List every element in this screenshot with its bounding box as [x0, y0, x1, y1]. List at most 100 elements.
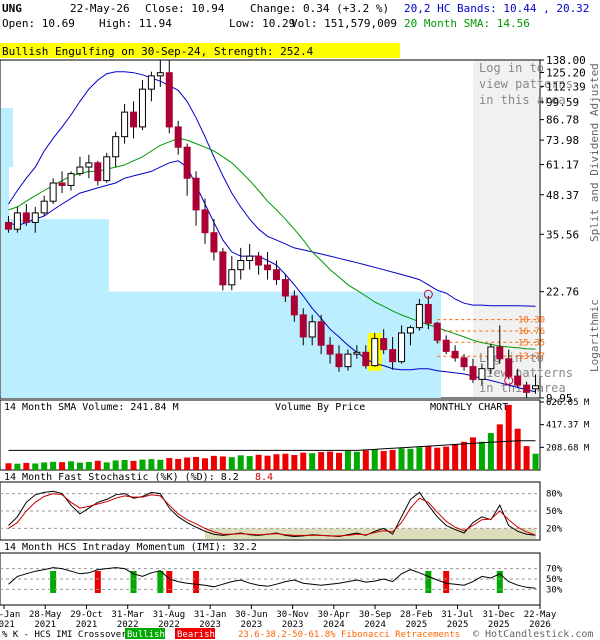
- volume-bar-53: [478, 441, 485, 470]
- volume-bar-10: [94, 460, 101, 470]
- x-tick-label-10: 28-Feb: [400, 610, 433, 620]
- candle-body-27: [246, 255, 254, 262]
- candle-body-0: [4, 221, 12, 230]
- volume-bar-19: [175, 458, 182, 470]
- candle-body-47: [424, 303, 432, 324]
- candle-body-7: [67, 173, 75, 186]
- candle-body-19: [174, 126, 182, 148]
- candle-body-37: [335, 353, 343, 368]
- candle-body-58: [523, 384, 531, 393]
- x-tick-label-6: 30-Jun: [235, 610, 268, 620]
- candle-body-8: [76, 166, 84, 175]
- candle-body-48: [433, 322, 441, 341]
- candle-body-41: [371, 338, 379, 367]
- price-tick-label-4: 86.78: [546, 114, 579, 127]
- x-tick-label-13: 22-May: [524, 610, 557, 620]
- stochastic-tick-label-2: 20%: [546, 524, 563, 534]
- x-tick-label-3: 31-Mar: [111, 610, 144, 620]
- price-tick-label-8: 35.56: [546, 228, 579, 241]
- volume-bar-34: [309, 453, 316, 470]
- candle-body-54: [487, 346, 495, 370]
- volume-bar-12: [112, 460, 119, 470]
- volume-bar-20: [184, 457, 191, 470]
- volume-bar-38: [344, 450, 351, 470]
- volume-bar-27: [246, 456, 253, 470]
- x-tick-year-10: 2025: [405, 620, 427, 630]
- x-tick-label-5: 31-Jan: [194, 610, 227, 620]
- candle-body-2: [22, 212, 30, 223]
- candle-body-36: [326, 344, 334, 355]
- volume-bar-0: [5, 463, 12, 470]
- volume-bar-37: [336, 452, 342, 470]
- candle-body-38: [344, 353, 352, 368]
- volume-bar-44: [398, 448, 405, 470]
- volume-tick-label-2: 208.68 M: [546, 443, 590, 453]
- x-tick-label-4: 31-Aug: [153, 610, 186, 620]
- candle-body-32: [290, 295, 298, 316]
- volume-bar-57: [514, 428, 521, 470]
- candle-body-18: [165, 72, 173, 128]
- fib-value-0: 18.30: [518, 316, 545, 326]
- bands-label: 20,2 HC Bands: 10.44 , 20.32: [404, 2, 589, 15]
- x-tick-label-2: 29-Oct: [70, 610, 103, 620]
- volume-bar-32: [291, 455, 298, 470]
- x-tick-label-11: 31-Jul: [441, 610, 474, 620]
- volume-bar-9: [85, 461, 92, 470]
- volume-bar-35: [318, 452, 325, 470]
- fib-legend-label: 23.6-38.2-50-61.8% Fibonacci Retracement…: [238, 630, 460, 640]
- watermark: © HotCandlestick.com: [473, 629, 593, 640]
- volume-bar-58: [523, 446, 530, 470]
- restricted-area-text-0: Log in to: [479, 61, 544, 75]
- candle-body-4: [40, 200, 48, 214]
- candle-body-13: [121, 111, 129, 138]
- volume-bar-29: [264, 455, 271, 470]
- candle-body-26: [237, 260, 245, 271]
- candle-body-21: [192, 177, 200, 211]
- candle-body-50: [451, 350, 459, 359]
- x-tick-label-1: 28-May: [29, 610, 62, 620]
- volume-bar-30: [273, 454, 280, 470]
- volume-bar-33: [300, 452, 307, 470]
- candle-body-17: [156, 72, 164, 77]
- volume-bar-26: [237, 455, 244, 470]
- candle-body-23: [210, 232, 218, 253]
- x-tick-year-8: 2024: [323, 620, 345, 630]
- volume-bar-56: [505, 404, 512, 470]
- candle-body-11: [103, 156, 111, 182]
- candle-body-56: [505, 358, 513, 377]
- candle-body-1: [13, 212, 21, 230]
- volume-bar-39: [353, 451, 360, 470]
- fib-value-3: 13.77: [518, 352, 545, 362]
- stochastic-label-d: 8.4: [255, 472, 273, 483]
- volume-tick-label-0: 626.05 M: [546, 398, 590, 408]
- price-tick-label-7: 48.37: [546, 189, 579, 202]
- x-tick-year-1: 2021: [34, 620, 56, 630]
- x-tick-label-8: 30-Apr: [318, 610, 351, 620]
- x-tick-year-0: 2021: [0, 620, 15, 630]
- bearish-legend-label: Bearish: [177, 630, 215, 640]
- x-tick-label-12: 31-Dec: [483, 610, 516, 620]
- price-tick-label-5: 73.98: [546, 134, 579, 147]
- candle-body-40: [362, 351, 370, 367]
- volume-by-price-bar-2: [1, 107, 13, 168]
- volume-bar-8: [76, 462, 83, 470]
- candle-body-29: [264, 264, 272, 271]
- open-label: Open: 10.69: [2, 17, 75, 30]
- candle-body-33: [299, 314, 307, 338]
- volume-bar-15: [139, 459, 146, 470]
- volume-bar-55: [496, 424, 503, 470]
- candle-body-6: [58, 182, 66, 186]
- volume-tick-label-1: 417.37 M: [546, 421, 590, 431]
- volume-bar-54: [487, 433, 494, 470]
- volume-bar-24: [219, 456, 226, 470]
- candle-body-31: [281, 279, 289, 297]
- candle-body-20: [183, 146, 191, 179]
- candle-body-51: [460, 357, 468, 368]
- fib-value-2: 15.35: [518, 338, 545, 348]
- volume-bar-16: [148, 459, 155, 470]
- candle-body-28: [255, 255, 263, 266]
- candle-body-15: [138, 88, 146, 128]
- candle-body-39: [353, 351, 361, 355]
- candle-body-22: [201, 209, 209, 234]
- volume-bar-6: [59, 462, 66, 470]
